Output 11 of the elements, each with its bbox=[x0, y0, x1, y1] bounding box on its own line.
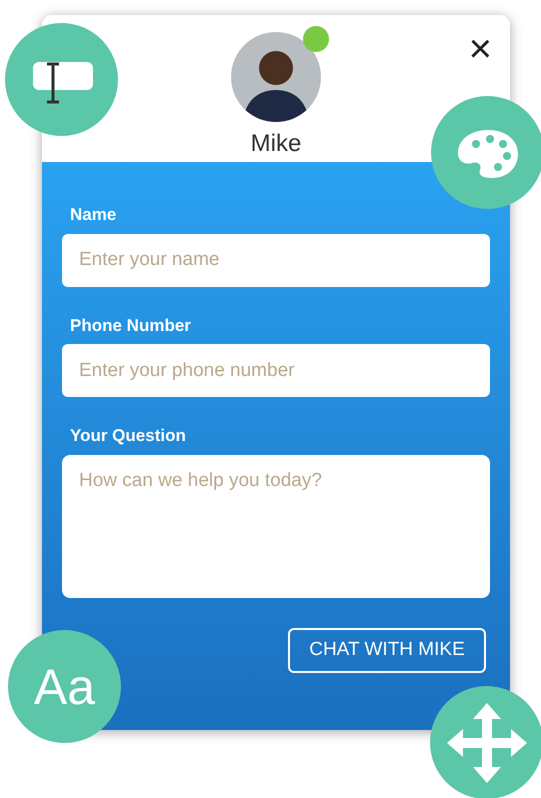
close-button[interactable]: × bbox=[468, 29, 492, 69]
field-label: Phone Number bbox=[70, 314, 192, 336]
text-input-field[interactable]: Enter your name bbox=[62, 234, 490, 286]
palette-icon bbox=[456, 128, 520, 178]
chat-button[interactable]: CHAT WITH MIKE bbox=[288, 628, 486, 672]
agent-name: Mike bbox=[250, 129, 302, 159]
text-input-field[interactable]: Enter your phone number bbox=[62, 344, 490, 397]
question-field[interactable]: How can we help you today? bbox=[62, 454, 490, 598]
field-label: Name bbox=[70, 204, 118, 226]
font-label: Aa bbox=[34, 662, 96, 712]
field-label: Your Question bbox=[70, 425, 187, 447]
